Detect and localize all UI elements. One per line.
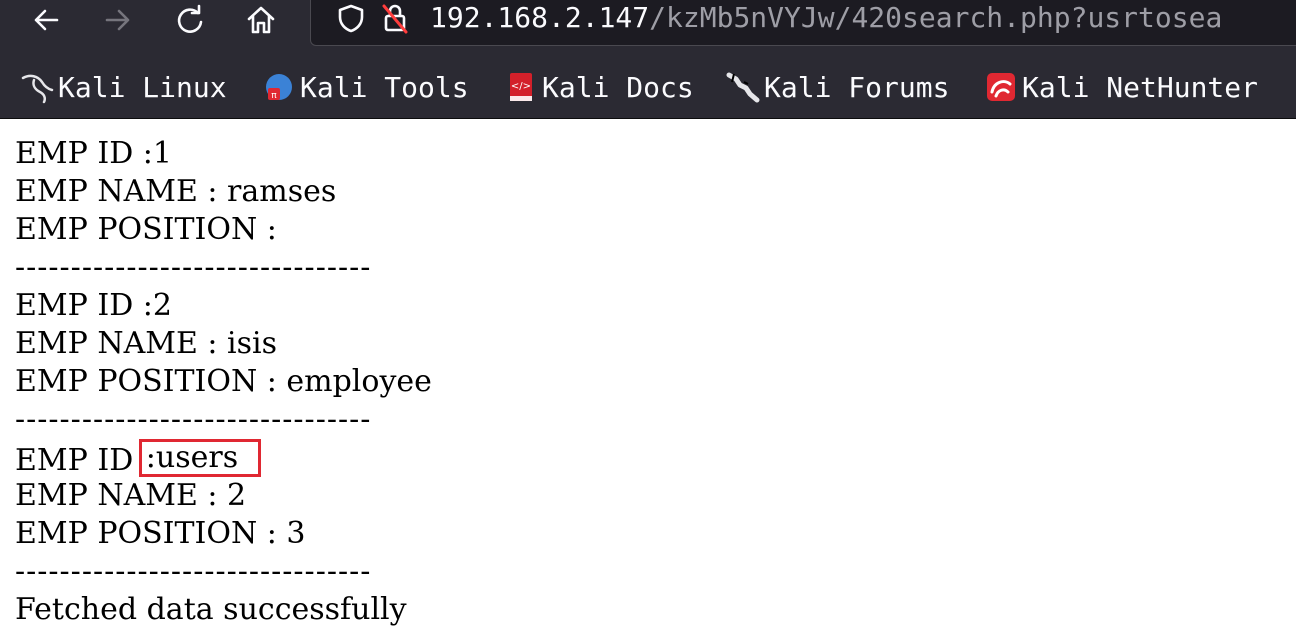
emp-position-2: EMP POSITION : employee [15, 364, 432, 399]
injected-value: :users [145, 440, 239, 475]
kali-tools-icon: π [262, 70, 296, 104]
bookmark-label: Kali NetHunter [1022, 70, 1259, 104]
insecure-lock-icon [382, 4, 408, 34]
separator: -------------------------------- [15, 402, 372, 437]
forward-button[interactable] [96, 0, 140, 40]
bookmark-kali-forums[interactable]: Kali Forums [726, 56, 949, 118]
emp-name-3: EMP NAME : 2 [15, 478, 247, 513]
highlighted-injection-value: :users [138, 439, 262, 477]
bookmark-kali-tools[interactable]: π Kali Tools [262, 56, 469, 118]
emp-position-3: EMP POSITION : 3 [15, 516, 306, 551]
svg-text:π: π [271, 91, 277, 101]
kali-forums-icon [726, 70, 760, 104]
reload-icon [177, 4, 203, 33]
bookmark-label: Kali Docs [542, 70, 694, 104]
back-button[interactable] [24, 0, 68, 40]
bookmark-label: Kali Linux [58, 70, 227, 104]
bookmark-label: Kali Tools [300, 70, 469, 104]
bookmark-kali-docs[interactable]: </> Kali Docs [504, 56, 694, 118]
bookmark-kali-linux[interactable]: Kali Linux [20, 56, 227, 118]
back-icon [34, 9, 59, 31]
bookmark-kali-nethunter[interactable]: Kali NetHunter [984, 56, 1258, 118]
kali-dragon-icon [20, 70, 54, 104]
page-content: EMP ID :1 EMP NAME : ramses EMP POSITION… [15, 135, 1275, 629]
home-button[interactable] [239, 0, 283, 40]
bookmark-label: Kali Forums [764, 70, 950, 104]
status-message: Fetched data successfully [15, 592, 407, 627]
shield-icon [338, 4, 364, 33]
home-icon [247, 6, 275, 34]
tracking-protection-button[interactable] [334, 0, 368, 36]
emp-id-2: EMP ID :2 [15, 288, 172, 323]
url-host: 192.168.2.147 [430, 1, 650, 34]
emp-id-1: EMP ID :1 [15, 136, 172, 171]
forward-icon [105, 9, 130, 31]
separator: -------------------------------- [15, 554, 372, 589]
emp-name-1: EMP NAME : ramses [15, 174, 337, 209]
emp-id-label: EMP ID [15, 443, 134, 478]
url-text[interactable]: 192.168.2.147/kzMb5nVYJw/420search.php?u… [430, 0, 1222, 36]
emp-position-1: EMP POSITION : [15, 212, 277, 247]
separator: -------------------------------- [15, 250, 372, 285]
kali-docs-icon: </> [504, 70, 538, 104]
svg-text:</>: </> [511, 81, 531, 92]
site-security-button[interactable] [378, 0, 412, 36]
url-path: /kzMb5nVYJw/420search.php?usrtosea [649, 1, 1223, 34]
emp-id-3: EMP ID :users [15, 439, 1275, 478]
reload-button[interactable] [168, 0, 212, 40]
emp-name-2: EMP NAME : isis [15, 326, 278, 361]
kali-nethunter-icon [984, 70, 1018, 104]
